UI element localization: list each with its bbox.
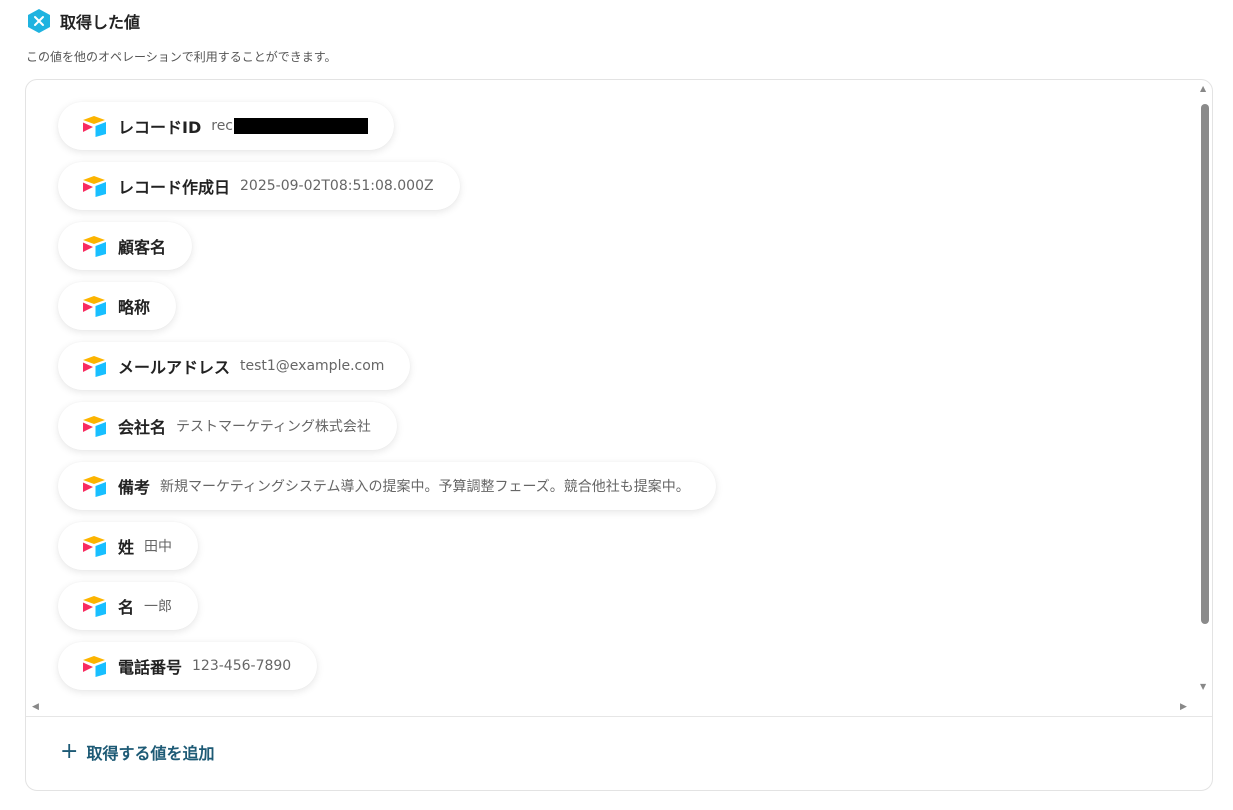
field-label: 顧客名	[118, 238, 167, 257]
field-label: レコード作成日	[118, 178, 231, 197]
field-label: 姓	[118, 538, 135, 557]
field-row: メールアドレス test1@example.com	[58, 342, 716, 402]
field-label: レコードID	[118, 118, 202, 137]
field-label: 電話番号	[118, 658, 183, 677]
section-description: この値を他のオペレーションで利用することができます。	[26, 50, 337, 64]
divider	[26, 716, 1212, 717]
vertical-scrollbar[interactable]: ▲ ▼	[1198, 84, 1210, 696]
airtable-logo-icon	[82, 235, 108, 257]
field-pill[interactable]: 名一郎	[58, 582, 199, 630]
field-pill[interactable]: 顧客名	[58, 222, 193, 270]
field-value: 田中	[144, 539, 173, 555]
field-pill[interactable]: レコードID rec	[58, 102, 395, 150]
field-value: 123-456-7890	[192, 658, 292, 674]
airtable-logo-icon	[82, 595, 108, 617]
close-badge-icon	[26, 8, 52, 34]
field-row: 会社名 テストマーケティング株式会社	[58, 402, 716, 462]
section-title: 取得した値	[60, 13, 141, 32]
scrollbar-thumb[interactable]	[1201, 104, 1209, 624]
scroll-left-icon[interactable]: ◀	[32, 702, 39, 712]
field-pill[interactable]: 姓田中	[58, 522, 199, 570]
field-row: レコード作成日 2025-09-02T08:51:08.000Z	[58, 162, 716, 222]
field-label: 会社名	[118, 418, 167, 437]
airtable-logo-icon	[82, 355, 108, 377]
airtable-logo-icon	[82, 415, 108, 437]
add-value-label: 取得する値を追加	[86, 744, 215, 763]
scroll-up-icon[interactable]: ▲	[1200, 84, 1206, 93]
field-row: 備考 新規マーケティングシステム導入の提案中。予算調整フェーズ。競合他社も提案中。	[58, 462, 716, 522]
field-value: 2025-09-02T08:51:08.000Z	[240, 178, 434, 194]
field-pill[interactable]: 電話番号 123-456-7890	[58, 642, 318, 690]
field-pill[interactable]: 会社名 テストマーケティング株式会社	[58, 402, 397, 450]
field-value: 新規マーケティングシステム導入の提案中。予算調整フェーズ。競合他社も提案中。	[160, 479, 690, 495]
airtable-logo-icon	[82, 295, 108, 317]
field-pill[interactable]: レコード作成日 2025-09-02T08:51:08.000Z	[58, 162, 460, 210]
scroll-right-icon[interactable]: ▶	[1180, 702, 1187, 712]
field-label: 略称	[118, 298, 151, 317]
airtable-logo-icon	[82, 535, 108, 557]
values-scroll-area[interactable]: レコードID rec レコード作成日 2025-09-02T08:51:08.000Z…	[26, 80, 1212, 716]
section-header: 取得した値	[26, 8, 140, 34]
redacted-value	[234, 118, 369, 134]
airtable-logo-icon	[82, 175, 108, 197]
values-panel: レコードID rec レコード作成日 2025-09-02T08:51:08.000Z…	[25, 79, 1213, 791]
add-value-button[interactable]: + 取得する値を追加	[60, 740, 214, 764]
field-pill[interactable]: 略称	[58, 282, 177, 330]
airtable-logo-icon	[82, 655, 108, 677]
field-value: test1@example.com	[240, 358, 385, 374]
field-list: レコードID rec レコード作成日 2025-09-02T08:51:08.000Z…	[58, 102, 716, 702]
field-pill[interactable]: 備考 新規マーケティングシステム導入の提案中。予算調整フェーズ。競合他社も提案中。	[58, 462, 716, 510]
field-row: 電話番号 123-456-7890	[58, 642, 716, 702]
field-pill[interactable]: メールアドレス test1@example.com	[58, 342, 411, 390]
field-label: 備考	[118, 478, 151, 497]
field-value: 一郎	[144, 599, 173, 615]
airtable-logo-icon	[82, 115, 108, 137]
field-row: 名一郎	[58, 582, 716, 642]
field-value: テストマーケティング株式会社	[176, 419, 371, 435]
field-row: レコードID rec	[58, 102, 716, 162]
field-row: 略称	[58, 282, 716, 342]
field-label: メールアドレス	[118, 358, 231, 377]
horizontal-scrollbar[interactable]: ◀ ▶	[26, 702, 1196, 714]
field-label: 名	[118, 598, 135, 617]
field-row: 姓田中	[58, 522, 716, 582]
field-value: rec	[211, 118, 234, 134]
plus-icon: +	[60, 739, 79, 764]
field-row: 顧客名	[58, 222, 716, 282]
scroll-down-icon[interactable]: ▼	[1200, 682, 1206, 691]
airtable-logo-icon	[82, 475, 108, 497]
